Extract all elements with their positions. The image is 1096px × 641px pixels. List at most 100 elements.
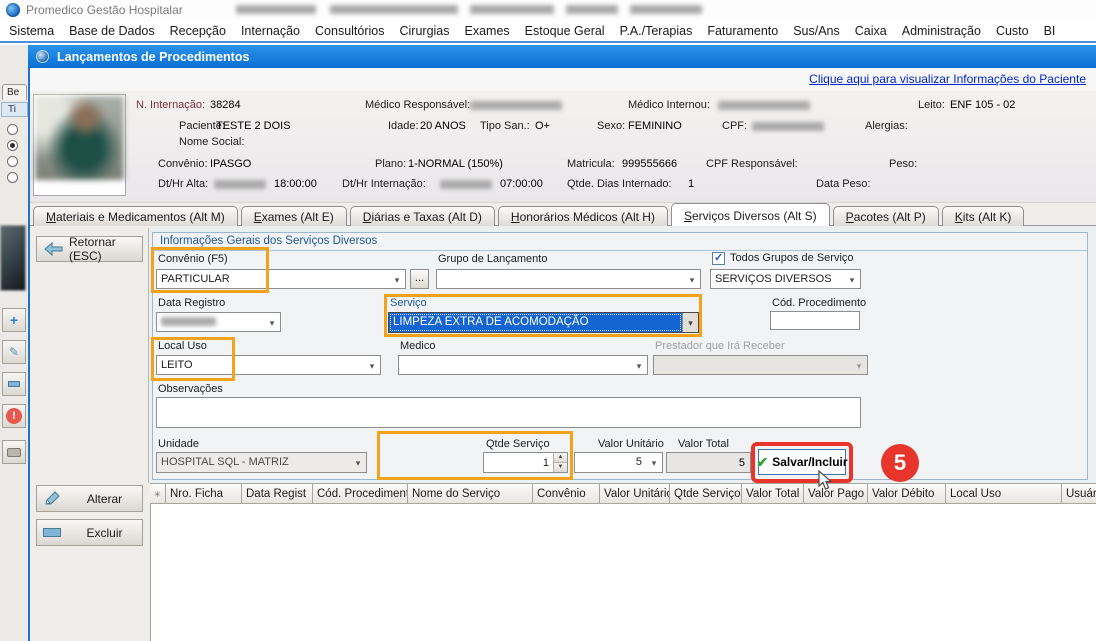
dialog-title: Lançamentos de Procedimentos bbox=[57, 50, 249, 64]
valor-unitario-combobox[interactable]: 5 ▾ bbox=[574, 452, 663, 473]
data-registro-label: Data Registro bbox=[158, 297, 225, 309]
dthr-alta-date-blurred bbox=[214, 180, 266, 189]
valor-total-value: 5 bbox=[739, 457, 745, 469]
local-uso-combobox[interactable]: LEITO ▾ bbox=[156, 355, 381, 375]
column-header-nome-do-servico[interactable]: Nome do Serviço bbox=[408, 484, 533, 503]
titlebar: Promedico Gestão Hospitalar bbox=[0, 0, 1096, 20]
chevron-down-icon[interactable]: ▾ bbox=[389, 270, 405, 288]
observacoes-label: Observações bbox=[158, 383, 223, 395]
menu-item-exames[interactable]: Exames bbox=[465, 24, 510, 38]
stepper-up-icon[interactable]: ▲ bbox=[554, 453, 567, 463]
data-registro-value-blurred bbox=[157, 313, 264, 331]
menu-item-base-de-dados[interactable]: Base de Dados bbox=[69, 24, 154, 38]
radio-button[interactable] bbox=[7, 156, 18, 167]
grupo-lancamento-combobox[interactable]: ▾ bbox=[436, 269, 701, 289]
medico-internou-label: Médico Internou: bbox=[628, 99, 710, 111]
column-header-nro-ficha[interactable]: Nro. Ficha bbox=[166, 484, 242, 503]
pencil-icon: ✎ bbox=[9, 345, 19, 359]
chevron-down-icon[interactable]: ▾ bbox=[646, 453, 662, 472]
retornar-button[interactable]: Retornar (ESC) bbox=[36, 236, 143, 262]
menu-item-custo[interactable]: Custo bbox=[996, 24, 1029, 38]
menu-item-sistema[interactable]: Sistema bbox=[9, 24, 54, 38]
patient-info-link[interactable]: Clique aqui para visualizar Informações … bbox=[809, 72, 1086, 86]
idade-value: 20 ANOS bbox=[420, 120, 466, 132]
radio-button[interactable] bbox=[7, 172, 18, 183]
convenio-f5-label: Convênio (F5) bbox=[158, 253, 228, 265]
menu-item-caixa[interactable]: Caixa bbox=[855, 24, 887, 38]
patient-info-panel: N. Internação: 38284 Médico Responsável:… bbox=[30, 91, 1096, 203]
column-header-cod-procediment[interactable]: Cód. Procediment bbox=[313, 484, 408, 503]
qtde-servico-stepper[interactable]: 1 ▲ ▼ bbox=[483, 452, 568, 473]
print-button[interactable] bbox=[2, 440, 26, 464]
todos-grupos-checkbox[interactable]: ✓ bbox=[712, 252, 725, 265]
chevron-down-icon[interactable]: ▾ bbox=[350, 453, 366, 472]
unidade-label: Unidade bbox=[158, 438, 199, 450]
tab-materiais-e-medicamentos[interactable]: Materiais e Medicamentos (Alt M) bbox=[33, 206, 238, 226]
idade-label: Idade: bbox=[388, 120, 419, 132]
column-header-valor-total[interactable]: Valor Total bbox=[742, 484, 804, 503]
cpf-responsavel-label: CPF Responsável: bbox=[706, 158, 798, 170]
stepper-down-icon[interactable]: ▼ bbox=[554, 463, 567, 472]
menu-item-pa-terapias[interactable]: P.A./Terapias bbox=[620, 24, 693, 38]
menu-item-bi[interactable]: BI bbox=[1044, 24, 1056, 38]
menu-item-faturamento[interactable]: Faturamento bbox=[707, 24, 778, 38]
column-header-qtde-servico[interactable]: Qtde Serviço bbox=[670, 484, 742, 503]
menu-item-sus-ans[interactable]: Sus/Ans bbox=[793, 24, 840, 38]
convenio-combobox[interactable]: PARTICULAR ▾ bbox=[156, 269, 406, 289]
remove-button[interactable] bbox=[2, 372, 26, 396]
observacoes-textarea[interactable] bbox=[156, 397, 861, 428]
column-header-usuario[interactable]: Usuári bbox=[1062, 484, 1096, 503]
column-header-valor-unitario[interactable]: Valor Unitário bbox=[600, 484, 670, 503]
edit-button[interactable]: ✎ bbox=[2, 340, 26, 364]
medico-combobox[interactable]: ▾ bbox=[398, 355, 648, 375]
radio-button-selected[interactable] bbox=[7, 140, 18, 151]
leito-label: Leito: bbox=[918, 99, 945, 111]
chevron-down-icon[interactable]: ▾ bbox=[682, 313, 698, 332]
todos-grupos-label[interactable]: Todos Grupos de Serviço bbox=[730, 252, 854, 264]
menu-item-internacao[interactable]: Internação bbox=[241, 24, 300, 38]
tab-diarias-e-taxas[interactable]: Diárias e Taxas (Alt D) bbox=[350, 206, 495, 226]
tab-honorarios-medicos[interactable]: Honorários Médicos (Alt H) bbox=[498, 206, 668, 226]
chevron-down-icon[interactable]: ▾ bbox=[684, 270, 700, 288]
excluir-label: Excluir bbox=[67, 526, 142, 540]
alert-button[interactable]: ! bbox=[2, 404, 26, 428]
valor-total-field: 5 bbox=[666, 452, 751, 473]
alterar-button[interactable]: Alterar bbox=[36, 485, 143, 512]
data-registro-datepicker[interactable]: ▾ bbox=[156, 312, 281, 332]
grid-body-empty[interactable] bbox=[150, 504, 1096, 641]
column-header-data-regist[interactable]: Data Regist bbox=[242, 484, 313, 503]
cod-procedimento-input[interactable] bbox=[770, 311, 860, 330]
tab-kits[interactable]: Kits (Alt K) bbox=[942, 206, 1025, 226]
menubar: Sistema Base de Dados Recepção Internaçã… bbox=[0, 20, 1096, 43]
valor-total-label: Valor Total bbox=[678, 438, 729, 450]
column-header-convenio[interactable]: Convênio bbox=[533, 484, 600, 503]
nome-social-label: Nome Social: bbox=[179, 136, 244, 148]
radio-button[interactable] bbox=[7, 124, 18, 135]
menu-item-recepcao[interactable]: Recepção bbox=[170, 24, 226, 38]
menu-item-cirurgias[interactable]: Cirurgias bbox=[400, 24, 450, 38]
servico-combobox[interactable]: LIMPEZA EXTRA DE ACOMODAÇÃO ▾ bbox=[388, 312, 699, 333]
grupo-servico-combobox[interactable]: SERVIÇOS DIVERSOS ▾ bbox=[710, 269, 861, 289]
convenio-browse-button[interactable]: ... bbox=[410, 269, 429, 289]
tab-pacotes[interactable]: Pacotes (Alt P) bbox=[833, 206, 939, 226]
salvar-incluir-label: Salvar/Incluir bbox=[772, 455, 847, 469]
menu-item-administracao[interactable]: Administração bbox=[902, 24, 981, 38]
alterar-label: Alterar bbox=[67, 492, 142, 506]
add-button[interactable]: + bbox=[2, 308, 26, 332]
excluir-button[interactable]: Excluir bbox=[36, 519, 143, 546]
menu-item-estoque-geral[interactable]: Estoque Geral bbox=[525, 24, 605, 38]
chevron-down-icon[interactable]: ▾ bbox=[264, 313, 280, 331]
chevron-down-icon[interactable]: ▾ bbox=[364, 356, 380, 374]
column-header-local-uso[interactable]: Local Uso bbox=[946, 484, 1062, 503]
chevron-down-icon[interactable]: ▾ bbox=[631, 356, 647, 374]
tab-exames[interactable]: Exames (Alt E) bbox=[241, 206, 347, 226]
menu-item-consultorios[interactable]: Consultórios bbox=[315, 24, 384, 38]
stepper-buttons[interactable]: ▲ ▼ bbox=[553, 453, 567, 472]
unidade-combobox[interactable]: HOSPITAL SQL - MATRIZ ▾ bbox=[156, 452, 367, 473]
column-header-valor-pago[interactable]: Valor Pago bbox=[804, 484, 868, 503]
tab-servicos-diversos[interactable]: Serviços Diversos (Alt S) bbox=[671, 203, 830, 226]
column-header-valor-debito[interactable]: Valor Débito bbox=[868, 484, 946, 503]
chevron-down-icon[interactable]: ▾ bbox=[844, 270, 860, 288]
dialog-titlebar[interactable]: Lançamentos de Procedimentos bbox=[28, 45, 1096, 68]
background-tab[interactable]: Be bbox=[2, 84, 27, 100]
